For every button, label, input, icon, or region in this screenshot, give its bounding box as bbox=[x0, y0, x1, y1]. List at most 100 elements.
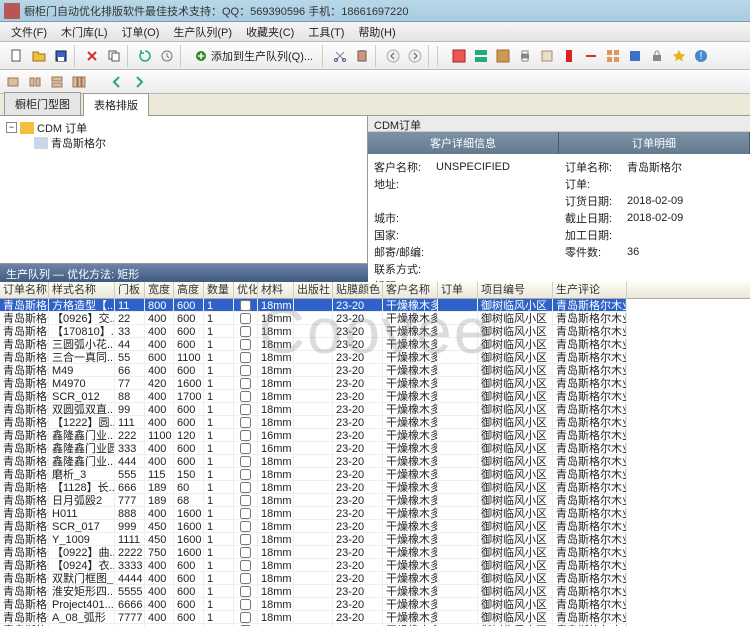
mode-icon-2[interactable] bbox=[26, 73, 44, 91]
open-icon[interactable] bbox=[30, 47, 48, 65]
table-row[interactable]: 青岛斯格尔【1128】长...66618960118mm23-20干燥橡木多层御… bbox=[0, 481, 750, 494]
lock-icon-1[interactable] bbox=[648, 47, 666, 65]
print-icon[interactable] bbox=[516, 47, 534, 65]
optimize-checkbox[interactable] bbox=[240, 378, 251, 389]
column-header[interactable]: 订单名称 bbox=[0, 282, 49, 299]
copy-icon[interactable] bbox=[105, 47, 123, 65]
optimize-checkbox[interactable] bbox=[240, 417, 251, 428]
table-row[interactable]: 青岛斯格尔鑫隆鑫门业...444400600118mm23-20干燥橡木多层御树… bbox=[0, 455, 750, 468]
expand-icon[interactable]: − bbox=[6, 122, 17, 133]
prev-page-icon[interactable] bbox=[108, 73, 126, 91]
table-row[interactable]: 青岛斯格尔【0924】衣...3333400600118mm23-20干燥橡木多… bbox=[0, 559, 750, 572]
next-page-icon[interactable] bbox=[130, 73, 148, 91]
grid-icon[interactable] bbox=[604, 47, 622, 65]
table-row[interactable]: 青岛斯格尔M4970774201600118mm23-20干燥橡木多层御树临风小… bbox=[0, 377, 750, 390]
table-row[interactable]: 青岛斯格尔【170810】...33400600118mm23-20干燥橡木多层… bbox=[0, 325, 750, 338]
column-header[interactable]: 出版社 bbox=[294, 282, 333, 299]
column-header[interactable]: 订单 bbox=[438, 282, 478, 299]
forward-icon[interactable] bbox=[406, 47, 424, 65]
column-header[interactable]: 高度 bbox=[174, 282, 204, 299]
column-header[interactable]: 项目编号 bbox=[478, 282, 553, 299]
optimize-checkbox[interactable] bbox=[240, 547, 251, 558]
optimize-checkbox[interactable] bbox=[240, 612, 251, 623]
export-icon[interactable] bbox=[538, 47, 556, 65]
optimize-checkbox[interactable] bbox=[240, 469, 251, 480]
tree-root[interactable]: − CDM 订单 bbox=[6, 120, 361, 135]
mode-icon-3[interactable] bbox=[48, 73, 66, 91]
optimize-checkbox[interactable] bbox=[240, 482, 251, 493]
mode-icon-1[interactable] bbox=[4, 73, 22, 91]
table-row[interactable]: 青岛斯格尔磨析_3555115150118mm23-20干燥橡木多层御树临风小区… bbox=[0, 468, 750, 481]
table-row[interactable]: 青岛斯格尔淮安矩形四...5555400600118mm23-20干燥橡木多层御… bbox=[0, 585, 750, 598]
table-row[interactable]: 青岛斯格尔三圆弧小花...44400600118mm23-20干燥橡木多层御树临… bbox=[0, 338, 750, 351]
layout-icon-1[interactable] bbox=[450, 47, 468, 65]
optimize-checkbox[interactable] bbox=[240, 521, 251, 532]
list-icon[interactable] bbox=[626, 47, 644, 65]
menu-item[interactable]: 木门库(L) bbox=[54, 22, 114, 42]
table-row[interactable]: 青岛斯格尔H0118884001600118mm23-20干燥橡木多层御树临风小… bbox=[0, 507, 750, 520]
optimize-checkbox[interactable] bbox=[240, 300, 251, 311]
optimize-checkbox[interactable] bbox=[240, 339, 251, 350]
table-row[interactable]: 青岛斯格尔双默门框图_14444400600118mm23-20干燥橡木多层御树… bbox=[0, 572, 750, 585]
table-row[interactable]: 青岛斯格尔三合一真同...556001100118mm23-20干燥橡木多层御树… bbox=[0, 351, 750, 364]
layout-icon-3[interactable] bbox=[494, 47, 512, 65]
delete-icon[interactable] bbox=[83, 47, 101, 65]
optimize-checkbox[interactable] bbox=[240, 313, 251, 324]
main-tab[interactable]: 表格排版 bbox=[83, 93, 149, 116]
menu-item[interactable]: 订单(O) bbox=[115, 22, 167, 42]
optimize-checkbox[interactable] bbox=[240, 391, 251, 402]
data-grid[interactable]: Coovee 订单名称样式名称门板宽度高度数量优化材料出版社贴膜颜色客户名称订单… bbox=[0, 282, 750, 626]
table-row[interactable]: 青岛斯格尔【0926】交...22400600118mm23-20干燥橡木多层御… bbox=[0, 312, 750, 325]
paste-icon[interactable] bbox=[353, 47, 371, 65]
optimize-checkbox[interactable] bbox=[240, 508, 251, 519]
history-icon[interactable] bbox=[158, 47, 176, 65]
main-tab[interactable]: 橱柜门型图 bbox=[4, 92, 81, 115]
table-row[interactable]: 青岛斯格尔双圆弧双直...99400600118mm23-20干燥橡木多层御树临… bbox=[0, 403, 750, 416]
menu-item[interactable]: 工具(T) bbox=[301, 22, 351, 42]
column-header[interactable]: 材料 bbox=[258, 282, 294, 299]
table-row[interactable]: 青岛斯格尔Project401...6666400600118mm23-20干燥… bbox=[0, 598, 750, 611]
table-row[interactable]: 青岛斯格尔鑫隆鑫门业...2221100120116mm23-20干燥橡木多层御… bbox=[0, 429, 750, 442]
optimize-checkbox[interactable] bbox=[240, 404, 251, 415]
detail-tab[interactable]: 订单明细 bbox=[559, 132, 750, 154]
menu-item[interactable]: 文件(F) bbox=[4, 22, 54, 42]
optimize-checkbox[interactable] bbox=[240, 365, 251, 376]
refresh-icon[interactable] bbox=[136, 47, 154, 65]
table-row[interactable]: 青岛斯格尔【0922】曲...22227501600118mm23-20干燥橡木… bbox=[0, 546, 750, 559]
layout-icon-2[interactable] bbox=[472, 47, 490, 65]
star-icon[interactable] bbox=[670, 47, 688, 65]
optimize-checkbox[interactable] bbox=[240, 352, 251, 363]
menu-item[interactable]: 帮助(H) bbox=[351, 22, 402, 42]
column-header[interactable]: 门板 bbox=[115, 282, 145, 299]
optimize-checkbox[interactable] bbox=[240, 495, 251, 506]
optimize-checkbox[interactable] bbox=[240, 326, 251, 337]
column-header[interactable]: 样式名称 bbox=[49, 282, 115, 299]
table-row[interactable]: 青岛斯格尔【1222】圆...111400600118mm23-20干燥橡木多层… bbox=[0, 416, 750, 429]
table-row[interactable]: 青岛斯格尔Y_100911114501600118mm23-20干燥橡木多层御树… bbox=[0, 533, 750, 546]
optimize-checkbox[interactable] bbox=[240, 586, 251, 597]
table-row[interactable]: 青岛斯格尔SCR_012884001700118mm23-20干燥橡木多层御树临… bbox=[0, 390, 750, 403]
toggle-icon-1[interactable] bbox=[560, 47, 578, 65]
cut-icon[interactable] bbox=[331, 47, 349, 65]
column-header[interactable]: 宽度 bbox=[145, 282, 174, 299]
table-row[interactable]: 青岛斯格尔A_08_弧形7777400600118mm23-20干燥橡木多层御树… bbox=[0, 611, 750, 624]
column-header[interactable]: 客户名称 bbox=[383, 282, 438, 299]
add-to-queue-button[interactable]: 添加到生产队列(Q)... bbox=[189, 46, 318, 66]
column-header[interactable]: 贴膜颜色 bbox=[333, 282, 383, 299]
optimize-checkbox[interactable] bbox=[240, 599, 251, 610]
optimize-checkbox[interactable] bbox=[240, 430, 251, 441]
optimize-checkbox[interactable] bbox=[240, 573, 251, 584]
table-row[interactable]: 青岛斯格尔M4966400600118mm23-20干燥橡木多层御树临风小区青岛… bbox=[0, 364, 750, 377]
save-icon[interactable] bbox=[52, 47, 70, 65]
column-header[interactable]: 优化 bbox=[234, 282, 258, 299]
table-row[interactable]: 青岛斯格尔方格造型【...11800600118mm23-20干燥橡木多层御树临… bbox=[0, 299, 750, 312]
column-header[interactable]: 生产评论 bbox=[553, 282, 627, 299]
menu-item[interactable]: 收藏夹(C) bbox=[239, 22, 301, 42]
optimize-checkbox[interactable] bbox=[240, 456, 251, 467]
minus-icon[interactable] bbox=[582, 47, 600, 65]
mode-icon-4[interactable] bbox=[70, 73, 88, 91]
optimize-checkbox[interactable] bbox=[240, 560, 251, 571]
table-row[interactable]: 青岛斯格尔日月弧殴277718968118mm23-20干燥橡木多层御树临风小区… bbox=[0, 494, 750, 507]
back-icon[interactable] bbox=[384, 47, 402, 65]
help-icon[interactable]: ! bbox=[692, 47, 710, 65]
